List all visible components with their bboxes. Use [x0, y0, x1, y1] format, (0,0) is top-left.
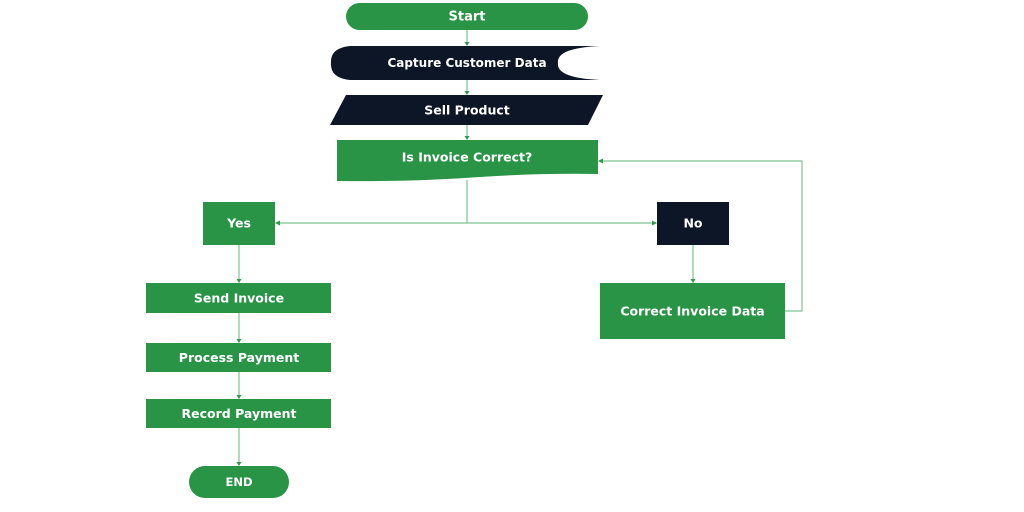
arrowhead — [275, 220, 280, 226]
start-label: Start — [449, 10, 486, 25]
node-correct-invoice-data[interactable]: Correct Invoice Data — [600, 283, 785, 339]
process-label: Process Payment — [179, 350, 299, 365]
arrowhead — [690, 279, 696, 283]
arrowhead — [652, 220, 657, 226]
correct-label: Correct Invoice Data — [620, 304, 764, 319]
arrowhead — [236, 339, 242, 343]
node-start[interactable]: Start — [346, 3, 588, 30]
arrowhead — [236, 395, 242, 399]
arrowhead — [236, 279, 242, 283]
node-record-payment[interactable]: Record Payment — [146, 399, 331, 428]
no-label: No — [683, 216, 702, 231]
send-label: Send Invoice — [194, 291, 284, 306]
node-yes[interactable]: Yes — [203, 202, 275, 245]
node-send-invoice[interactable]: Send Invoice — [146, 283, 331, 313]
end-label: END — [225, 475, 252, 489]
record-label: Record Payment — [182, 406, 297, 421]
arrowhead — [464, 91, 470, 95]
arrowhead — [598, 158, 603, 164]
node-process-payment[interactable]: Process Payment — [146, 343, 331, 372]
node-decision[interactable]: Is Invoice Correct? — [337, 140, 598, 182]
flowchart-canvas: Start Capture Customer Data Sell Product… — [146, 3, 803, 498]
capture-label: Capture Customer Data — [387, 56, 546, 70]
node-sell-product[interactable]: Sell Product — [330, 95, 603, 125]
node-no[interactable]: No — [657, 202, 729, 245]
yes-label: Yes — [226, 216, 251, 231]
decision-label: Is Invoice Correct? — [402, 150, 532, 165]
sell-label: Sell Product — [424, 103, 510, 118]
node-end[interactable]: END — [189, 466, 289, 498]
arrowhead — [464, 42, 470, 46]
arrowhead — [236, 462, 242, 466]
node-capture-customer-data[interactable]: Capture Customer Data — [330, 46, 600, 80]
arrowhead — [464, 136, 470, 140]
